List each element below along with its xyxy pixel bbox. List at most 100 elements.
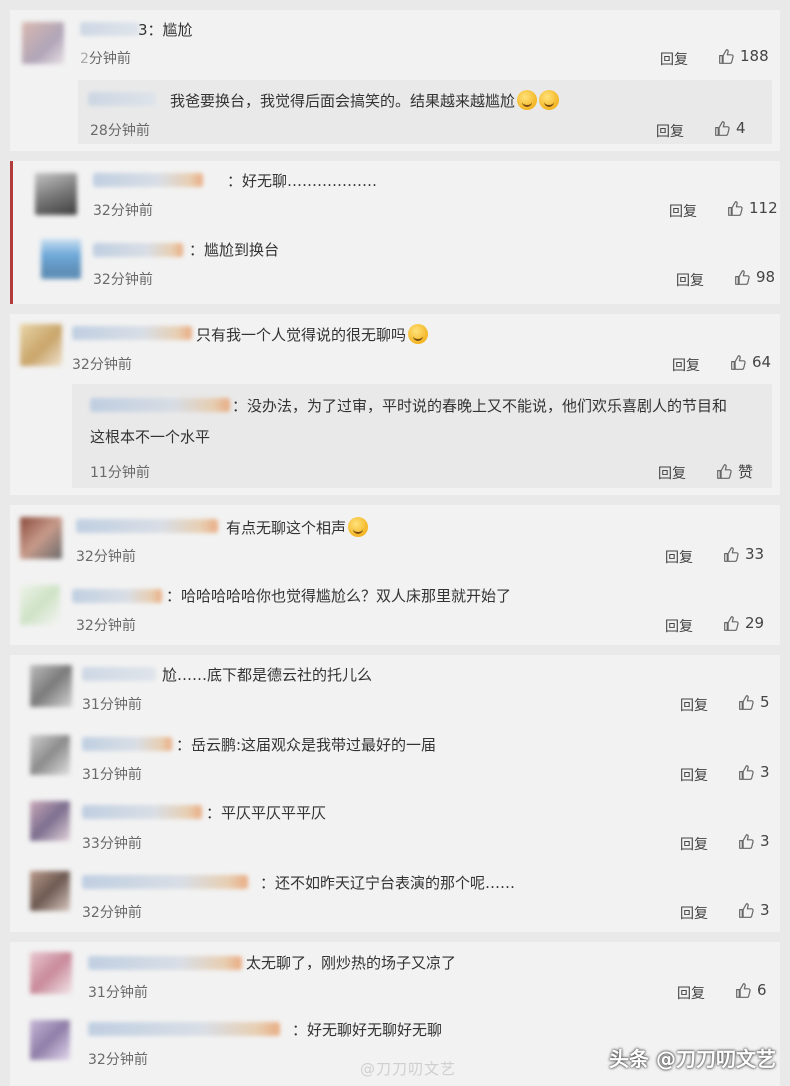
timestamp: 33分钟前 [82,836,142,852]
like-button[interactable]: 4 [714,119,746,137]
username[interactable] [93,243,183,257]
reply-button[interactable]: 回复 [665,547,693,567]
watermark: @刀刀叨文艺 [360,1060,457,1078]
thumbs-up-icon [731,354,746,370]
comment-thread: 尬……底下都是德云社的托儿么 31分钟前 回复 5 ：岳云鹏:这届观众是我带过最… [10,655,780,932]
cry-laugh-emoji [348,517,369,537]
timestamp: 11分钟前 [90,465,150,481]
username[interactable] [90,398,230,412]
thumbs-up-icon [728,200,743,216]
thumbs-up-icon [739,694,754,710]
username[interactable] [88,956,242,970]
username[interactable] [88,92,156,106]
comment-thread: ：好无聊……………… 32分钟前 回复 112 ：尴尬到换台 32分钟前 回复 … [10,161,780,304]
thumbs-up-icon [736,982,751,998]
reply-button[interactable]: 回复 [656,121,684,141]
timestamp: 31分钟前 [82,697,142,713]
brand-caption: 头条 @刀刀叨文艺 [609,1047,776,1071]
reply-text: 我爸要换台，我觉得后面会搞笑的。结果越来越尴尬 [170,90,560,111]
reply-button[interactable]: 回复 [680,765,708,785]
like-button[interactable]: 3 [738,763,770,781]
avatar[interactable] [20,324,62,366]
reply-button[interactable]: 回复 [680,695,708,715]
laugh-emoji [408,324,429,344]
reply-text: ：平仄平仄平平仄 [206,804,327,822]
like-button[interactable]: 98 [734,268,775,286]
username[interactable] [82,805,202,819]
like-button[interactable]: 3 [738,901,770,919]
like-button[interactable]: 64 [730,353,771,371]
timestamp: 32分钟前 [93,203,153,219]
reply-text: ：岳云鹏:这届观众是我带过最好的一届 [176,736,437,754]
username[interactable] [82,667,156,681]
like-button[interactable]: 112 [727,199,778,217]
timestamp: 2分钟前 [80,51,131,67]
reply-button[interactable]: 回复 [660,49,688,69]
reply-text: 这根本不一个水平 [90,428,211,446]
avatar[interactable] [41,239,81,279]
comment-text: 尬……底下都是德云社的托儿么 [162,666,373,684]
reply-button[interactable]: 回复 [676,270,704,290]
avatar[interactable] [30,801,70,841]
reply-button[interactable]: 回复 [677,983,705,1003]
thumbs-up-icon [739,833,754,849]
thumbs-up-icon [724,615,739,631]
thumbs-up-icon [739,902,754,918]
reply-text: ：尴尬到换台 [189,241,280,259]
timestamp: 28分钟前 [90,123,150,139]
username[interactable] [82,875,248,889]
avatar[interactable] [30,665,72,707]
avatar[interactable] [20,517,62,559]
username[interactable] [72,589,162,603]
reply-text: ：没办法，为了过审，平时说的春晚上又不能说，他们欢乐喜剧人的节目和 [232,397,728,415]
timestamp: 32分钟前 [72,357,132,373]
comment-text: 只有我一个人觉得说的很无聊吗 [196,324,429,345]
username[interactable] [82,737,172,751]
thumbs-up-icon [735,269,750,285]
timestamp: 32分钟前 [93,272,153,288]
avatar[interactable] [30,735,70,775]
comment-thread: 3：尴尬 2分钟前 回复 188 我爸要换台，我觉得后面会搞笑的。结果越来越尴尬… [10,10,780,151]
username[interactable] [93,173,203,187]
reply-box: ：没办法，为了过审，平时说的春晚上又不能说，他们欢乐喜剧人的节目和 这根本不一个… [72,384,772,488]
username[interactable] [76,519,218,533]
reply-button[interactable]: 回复 [665,616,693,636]
like-button[interactable]: 5 [738,693,770,711]
like-button[interactable]: 赞 [716,461,753,482]
reply-button[interactable]: 回复 [672,355,700,375]
timestamp: 32分钟前 [76,549,136,565]
comment-text: 太无聊了，刚炒热的场子又凉了 [246,954,457,972]
comment-text: 有点无聊这个相声 [226,517,369,538]
reply-button[interactable]: 回复 [680,834,708,854]
avatar[interactable] [30,871,70,911]
timestamp: 32分钟前 [76,618,136,634]
timestamp: 31分钟前 [88,985,148,1001]
like-button[interactable]: 3 [738,832,770,850]
comment-thread: 只有我一个人觉得说的很无聊吗 32分钟前 回复 64 ：没办法，为了过审，平时说… [10,314,780,495]
grin-emoji [517,90,538,110]
username[interactable] [88,1022,280,1036]
thumbs-up-icon [715,120,730,136]
avatar[interactable] [30,1020,70,1060]
avatar[interactable] [35,173,77,215]
avatar[interactable] [30,952,72,994]
like-button[interactable]: 188 [718,47,769,65]
reply-text: ：好无聊好无聊好无聊 [292,1021,443,1039]
reply-text: ：还不如昨天辽宁台表演的那个呢…… [260,874,516,892]
timestamp: 32分钟前 [82,905,142,921]
timestamp: 32分钟前 [88,1052,148,1068]
avatar[interactable] [22,22,64,64]
reply-box: 我爸要换台，我觉得后面会搞笑的。结果越来越尴尬 28分钟前 回复 4 [78,80,772,144]
like-button[interactable]: 29 [723,614,764,632]
username[interactable] [80,22,140,36]
username[interactable] [72,326,192,340]
avatar[interactable] [20,585,60,625]
like-button[interactable]: 33 [723,545,764,563]
thumbs-up-icon [739,764,754,780]
reply-button[interactable]: 回复 [669,201,697,221]
reply-button[interactable]: 回复 [680,903,708,923]
comment-text: ：好无聊……………… [227,172,378,190]
reply-button[interactable]: 回复 [658,463,686,483]
like-button[interactable]: 6 [735,981,767,999]
timestamp: 31分钟前 [82,767,142,783]
